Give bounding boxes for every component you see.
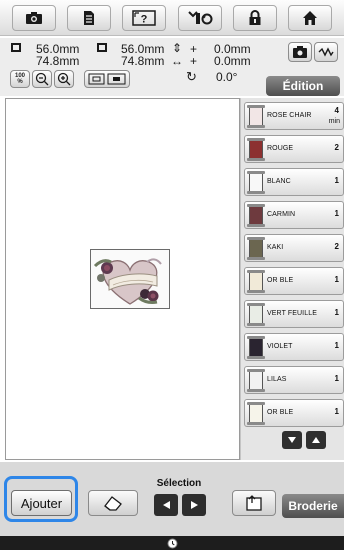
thread-stitch-time: 4 bbox=[334, 106, 339, 115]
help-button[interactable]: ? bbox=[122, 4, 167, 31]
edit-button[interactable]: Édition bbox=[266, 76, 340, 96]
triangle-right-icon bbox=[190, 501, 198, 509]
size2-height: 74.8mm bbox=[121, 54, 165, 68]
next-selection-button[interactable] bbox=[182, 494, 206, 516]
thread-name: ROSE CHAIR bbox=[267, 112, 312, 119]
lock-icon bbox=[249, 9, 261, 25]
thread-spool-icon bbox=[247, 138, 265, 161]
stitch-simulator-button[interactable] bbox=[314, 42, 338, 62]
thread-stitch-time: 1 bbox=[334, 209, 339, 218]
add-button[interactable]: Ajouter bbox=[11, 490, 72, 516]
document-button[interactable] bbox=[66, 4, 111, 31]
thread-spool-icon bbox=[247, 237, 265, 260]
thread-time-unit: min bbox=[328, 118, 340, 125]
zoom-out-icon bbox=[35, 72, 49, 86]
thread-name: BLANC bbox=[267, 178, 291, 185]
stitch-simulator-icon bbox=[318, 47, 334, 57]
thread-name: LILAS bbox=[267, 376, 287, 383]
thread-name: CARMIN bbox=[267, 211, 296, 218]
thread-name: OR BLE bbox=[267, 409, 294, 416]
thread-stitch-time: 1 bbox=[334, 341, 339, 350]
embroider-button[interactable]: Broderie bbox=[282, 494, 344, 518]
memory-button[interactable] bbox=[232, 490, 276, 516]
thread-stitch-time: 1 bbox=[334, 407, 339, 416]
thread-stitch-time: 1 bbox=[334, 176, 339, 185]
clock-icon bbox=[167, 538, 177, 548]
thread-row[interactable]: OR BLE 1 bbox=[244, 399, 344, 427]
thread-name: ROUGE bbox=[267, 145, 294, 152]
document-icon bbox=[83, 10, 94, 25]
thread-row[interactable]: OR BLE 1 bbox=[244, 267, 344, 295]
zoom-in-button[interactable] bbox=[54, 70, 74, 88]
heart-rose-design-image bbox=[93, 258, 162, 305]
vertical-offset-icon: ⇕ bbox=[172, 41, 183, 55]
triangle-up-icon bbox=[312, 437, 320, 443]
camera-button[interactable] bbox=[11, 4, 56, 31]
status-bar bbox=[0, 536, 344, 550]
selection-label: Sélection bbox=[156, 478, 202, 489]
zoom-in-icon bbox=[57, 72, 71, 86]
delete-button[interactable] bbox=[88, 490, 138, 516]
home-icon bbox=[303, 10, 318, 25]
thread-spool-icon bbox=[247, 369, 265, 392]
frame-view-button[interactable] bbox=[84, 70, 130, 88]
thread-row[interactable]: LILAS 1 bbox=[244, 366, 344, 394]
rotation-value: 0.0° bbox=[216, 70, 238, 84]
scan-button[interactable] bbox=[288, 42, 312, 62]
embroidery-canvas[interactable] bbox=[5, 98, 240, 460]
save-pocket-icon bbox=[246, 495, 262, 511]
thread-spool-icon bbox=[247, 303, 265, 326]
thread-name: KAKI bbox=[267, 244, 284, 251]
triangle-left-icon bbox=[162, 501, 170, 509]
thread-stitch-time: 2 bbox=[334, 143, 339, 152]
horizontal-offset-value: 0.0mm bbox=[214, 54, 251, 68]
thread-row[interactable]: ROSE CHAIR 4 min bbox=[244, 102, 344, 130]
horizontal-offset-sign: + bbox=[190, 54, 198, 68]
help-icon: ? bbox=[132, 9, 157, 26]
thread-row[interactable]: ROUGE 2 bbox=[244, 135, 344, 163]
thread-stitch-time: 1 bbox=[334, 275, 339, 284]
needle-bobbin-icon bbox=[187, 10, 213, 24]
thread-spool-icon bbox=[247, 105, 265, 128]
thread-color-panel: ROSE CHAIR 4 min ROUGE 2 BLANC 1 CARMIN 1 KAKI 2 OR… bbox=[240, 98, 344, 460]
lock-button[interactable] bbox=[232, 4, 277, 31]
frame-view-icon bbox=[88, 73, 126, 85]
size-design-icon bbox=[97, 43, 107, 52]
thread-stitch-time: 1 bbox=[334, 308, 339, 317]
thread-name: VIOLET bbox=[267, 343, 293, 350]
home-button[interactable] bbox=[288, 4, 333, 31]
top-toolbar: ? bbox=[0, 0, 344, 36]
needle-bobbin-button[interactable] bbox=[177, 4, 222, 31]
size-frame-icon bbox=[11, 43, 21, 52]
eraser-icon bbox=[104, 496, 122, 511]
thread-row[interactable]: KAKI 2 bbox=[244, 234, 344, 262]
zoom-100-button[interactable]: 100 % bbox=[10, 70, 30, 88]
zoom-out-button[interactable] bbox=[32, 70, 52, 88]
thread-spool-icon bbox=[247, 171, 265, 194]
previous-selection-button[interactable] bbox=[154, 494, 178, 516]
thread-spool-icon bbox=[247, 336, 265, 359]
camera-icon bbox=[25, 11, 42, 24]
thread-spool-icon bbox=[247, 204, 265, 227]
triangle-down-icon bbox=[288, 437, 296, 443]
thread-name: VERT FEUILLE bbox=[267, 310, 317, 317]
scroll-down-button[interactable] bbox=[282, 431, 302, 449]
scan-icon bbox=[293, 46, 307, 58]
scroll-up-button[interactable] bbox=[306, 431, 326, 449]
thread-stitch-time: 2 bbox=[334, 242, 339, 251]
help-label: ? bbox=[141, 13, 148, 25]
rotation-icon: ↻ bbox=[186, 69, 197, 84]
thread-stitch-time: 1 bbox=[334, 374, 339, 383]
thread-row[interactable]: VIOLET 1 bbox=[244, 333, 344, 361]
thread-spool-icon bbox=[247, 270, 265, 293]
thread-spool-icon bbox=[247, 402, 265, 425]
thread-row[interactable]: VERT FEUILLE 1 bbox=[244, 300, 344, 328]
thread-name: OR BLE bbox=[267, 277, 294, 284]
thread-row[interactable]: BLANC 1 bbox=[244, 168, 344, 196]
thread-row[interactable]: CARMIN 1 bbox=[244, 201, 344, 229]
size1-height: 74.8mm bbox=[36, 54, 80, 68]
design-frame[interactable] bbox=[90, 249, 170, 309]
horizontal-offset-icon: ↔ bbox=[171, 54, 183, 68]
